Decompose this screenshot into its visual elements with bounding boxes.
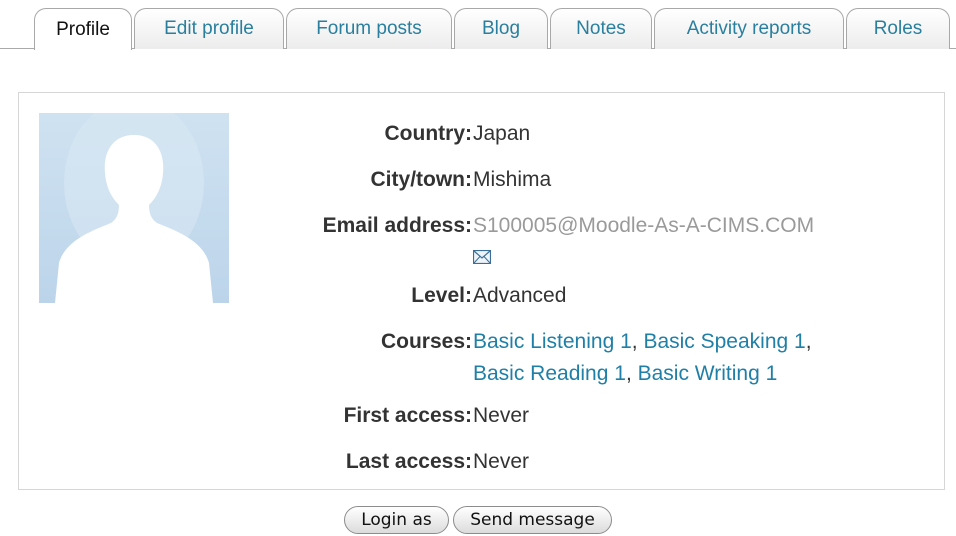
course-link-basic-writing-1[interactable]: Basic Writing 1: [638, 362, 778, 385]
email-value: S100005@Moodle-As-A-CIMS.COM: [473, 214, 815, 237]
city-label: City/town:: [370, 168, 472, 191]
login-as-button[interactable]: Login as: [344, 506, 449, 534]
last-access-value: Never: [473, 450, 530, 473]
envelope-icon[interactable]: [473, 250, 491, 264]
course-link-basic-listening-1[interactable]: Basic Listening 1: [473, 330, 632, 353]
send-email-link[interactable]: [473, 241, 491, 275]
country-label: Country:: [384, 122, 473, 145]
tab-roles[interactable]: Roles: [846, 8, 950, 49]
tab-profile[interactable]: Profile: [34, 8, 132, 50]
first-access-value: Never: [473, 404, 530, 427]
course-link-basic-speaking-1[interactable]: Basic Speaking 1: [643, 330, 805, 353]
tab-edit-profile[interactable]: Edit profile: [134, 8, 284, 49]
send-message-button[interactable]: Send message: [453, 506, 612, 534]
tab-blog[interactable]: Blog: [454, 8, 548, 49]
tab-notes[interactable]: Notes: [550, 8, 652, 49]
profile-actions: Login as Send message: [0, 506, 956, 536]
courses-label: Courses:: [380, 330, 472, 353]
country-value: Japan: [473, 122, 531, 145]
last-access-label: Last access:: [345, 450, 472, 473]
level-value: Advanced: [473, 284, 567, 307]
courses-value-line1: Basic Listening 1, Basic Speaking 1,: [473, 330, 812, 353]
first-access-label: First access:: [343, 404, 472, 427]
course-link-basic-reading-1[interactable]: Basic Reading 1: [473, 362, 626, 385]
default-user-silhouette-icon: [55, 113, 213, 303]
level-label: Level:: [411, 284, 472, 307]
email-label: Email address:: [322, 214, 472, 237]
tab-forum-posts[interactable]: Forum posts: [286, 8, 452, 49]
courses-value-line2: Basic Reading 1, Basic Writing 1: [473, 362, 778, 385]
user-avatar: [39, 113, 229, 303]
user-profile-panel: Country: Japan City/town: Mishima Email …: [18, 92, 945, 490]
tab-activity-reports[interactable]: Activity reports: [654, 8, 844, 49]
city-value: Mishima: [473, 168, 552, 191]
profile-tabs: Profile Edit profile Forum posts Blog No…: [0, 0, 956, 50]
